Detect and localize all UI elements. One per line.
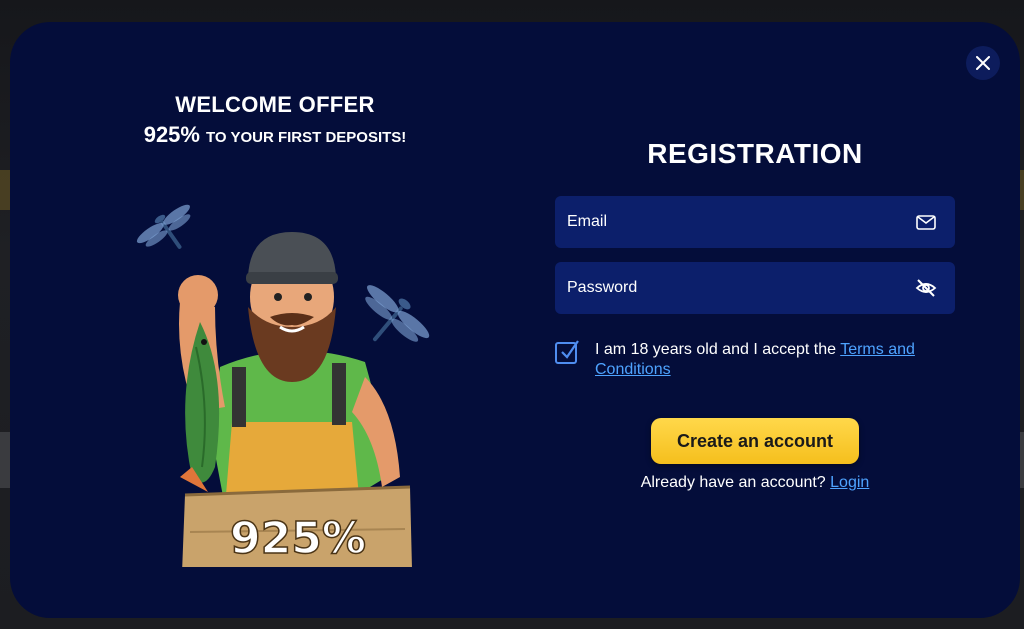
- close-button[interactable]: [966, 46, 1000, 80]
- password-field[interactable]: [555, 262, 955, 314]
- terms-prefix: I am 18 years old and I accept the: [595, 341, 841, 358]
- login-prompt-text: Already have an account?: [640, 474, 831, 491]
- fisherman-illustration: 925%: [136, 204, 430, 567]
- close-icon: [976, 56, 990, 70]
- login-prompt: Already have an account? Login: [555, 474, 955, 492]
- terms-text: I am 18 years old and I accept the Terms…: [595, 340, 955, 380]
- check-icon: [561, 340, 579, 359]
- bonus-percent: 925%: [143, 122, 200, 147]
- mail-icon: [916, 215, 936, 230]
- welcome-offer-subtitle: 925% TO YOUR FIRST DEPOSITS!: [10, 122, 540, 148]
- registration-modal: WELCOME OFFER 925% TO YOUR FIRST DEPOSITS…: [10, 22, 1020, 618]
- welcome-offer-panel: WELCOME OFFER 925% TO YOUR FIRST DEPOSITS…: [10, 22, 540, 618]
- email-field[interactable]: [555, 196, 955, 248]
- password-input[interactable]: [567, 279, 867, 297]
- create-account-button[interactable]: Create an account: [651, 418, 859, 464]
- registration-title: REGISTRATION: [647, 138, 863, 169]
- welcome-offer-title: WELCOME OFFER: [175, 92, 375, 117]
- registration-form: REGISTRATION I am 18 years: [555, 22, 955, 618]
- terms-row: I am 18 years old and I accept the Terms…: [555, 340, 955, 380]
- dragonfly-icon: [136, 204, 191, 249]
- login-link[interactable]: Login: [830, 474, 869, 491]
- sign-bonus-text: 925%: [230, 513, 366, 564]
- eye-off-icon[interactable]: [915, 277, 937, 299]
- bonus-description: TO YOUR FIRST DEPOSITS!: [205, 129, 407, 146]
- dragonfly-icon: [365, 285, 430, 342]
- terms-checkbox[interactable]: [555, 340, 579, 364]
- email-input[interactable]: [567, 213, 867, 231]
